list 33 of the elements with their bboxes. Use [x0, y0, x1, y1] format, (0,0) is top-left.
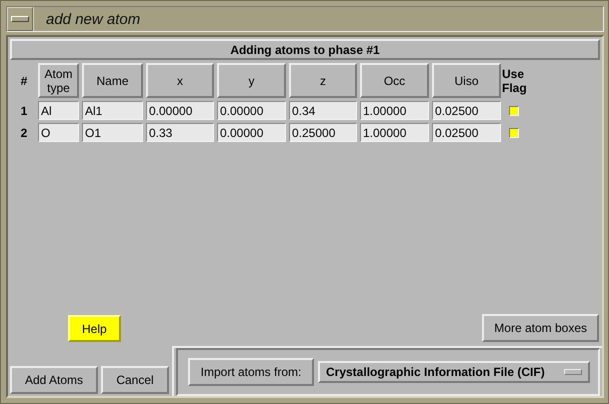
column-header-button[interactable]: Occ [360, 63, 429, 98]
input-field[interactable]: 0.25000 [289, 123, 357, 142]
column-header-button[interactable]: Atom type [38, 63, 79, 98]
add-atoms-button[interactable]: Add Atoms [10, 366, 98, 394]
phase-heading: Adding atoms to phase #1 [10, 39, 600, 60]
import-format-dropdown[interactable]: Crystallographic Information File (CIF) [318, 361, 590, 383]
row-number: 1 [20, 102, 28, 120]
input-field[interactable]: 1.00000 [360, 101, 429, 120]
import-atoms-button[interactable]: Import atoms from: [188, 358, 314, 386]
column-header: Use Flag [502, 66, 528, 96]
column-header: # [20, 72, 28, 90]
column-header-button[interactable]: Name [82, 63, 143, 98]
input-field[interactable]: O [38, 123, 79, 142]
window-title: add new atom [33, 7, 603, 31]
input-field[interactable]: 0.00000 [217, 101, 286, 120]
input-field[interactable]: 0.34 [289, 101, 357, 120]
input-field[interactable]: Al1 [82, 101, 143, 120]
row-number: 2 [20, 124, 28, 142]
input-field[interactable]: 0.33 [146, 123, 214, 142]
input-field[interactable]: Al [38, 101, 79, 120]
input-field[interactable]: 0.02500 [432, 123, 501, 142]
column-header-button[interactable]: Uiso [432, 63, 501, 98]
input-field[interactable]: 0.02500 [432, 101, 501, 120]
help-button[interactable]: Help [68, 315, 121, 342]
more-atom-boxes-button[interactable]: More atom boxes [482, 314, 599, 342]
column-header-button[interactable]: y [217, 63, 286, 98]
column-header-button[interactable]: x [146, 63, 214, 98]
input-field[interactable]: 0.00000 [217, 123, 286, 142]
column-header-button[interactable]: z [289, 63, 357, 98]
input-field[interactable]: 0.00000 [146, 101, 214, 120]
cancel-button[interactable]: Cancel [101, 366, 169, 394]
input-field[interactable]: 1.00000 [360, 123, 429, 142]
input-field[interactable]: O1 [82, 123, 143, 142]
